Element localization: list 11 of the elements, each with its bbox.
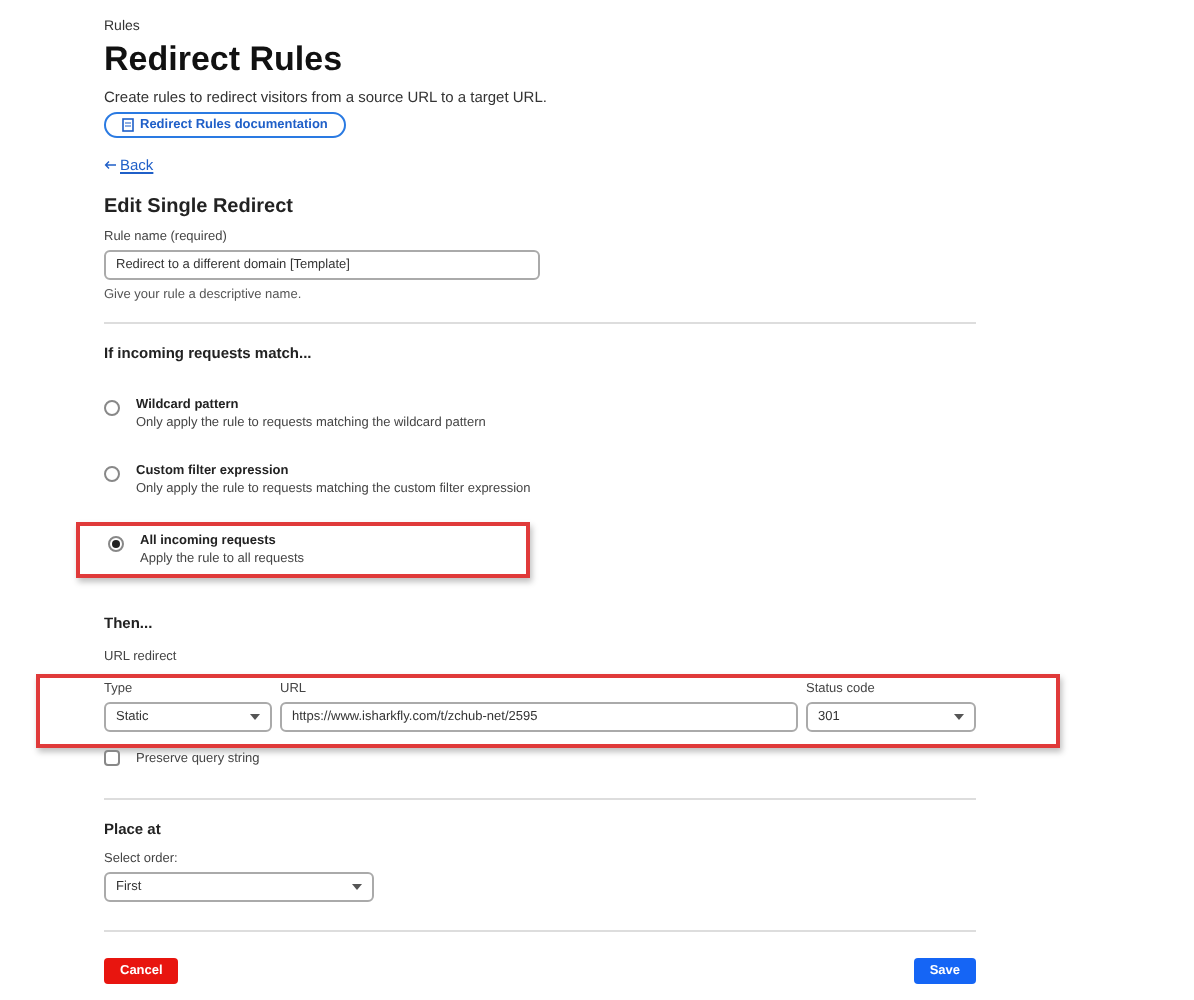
section-title: Edit Single Redirect	[104, 196, 293, 218]
caret-icon	[250, 714, 260, 720]
checkbox[interactable]	[104, 750, 120, 766]
caret-icon	[352, 884, 362, 890]
page-title: Redirect Rules	[104, 40, 343, 80]
radio-button[interactable]	[108, 536, 124, 552]
arrow-left-icon	[104, 160, 116, 170]
document-icon	[122, 118, 134, 132]
caret-icon	[954, 714, 964, 720]
radio-button[interactable]	[104, 466, 120, 482]
radio-button[interactable]	[104, 400, 120, 416]
